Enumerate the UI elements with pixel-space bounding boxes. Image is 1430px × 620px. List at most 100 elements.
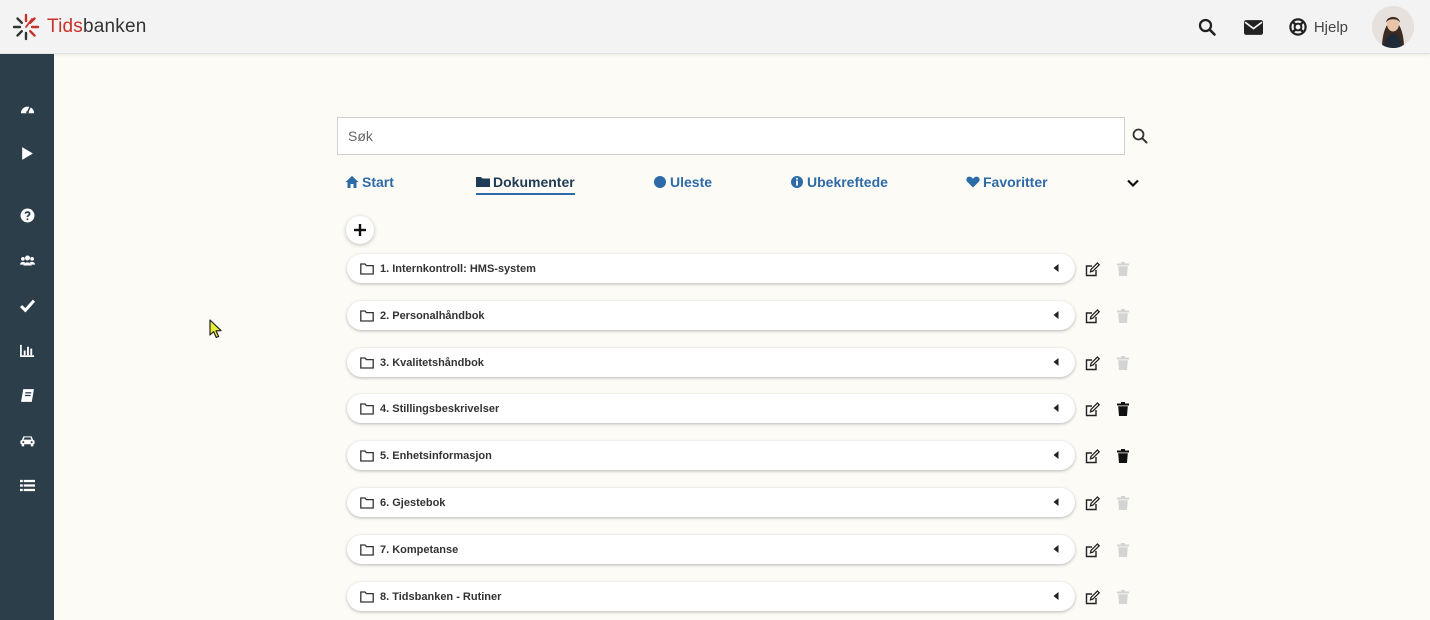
caret-left-icon[interactable] bbox=[1053, 545, 1059, 553]
edit-icon[interactable] bbox=[1085, 543, 1100, 558]
help-button[interactable]: Hjelp bbox=[1289, 18, 1348, 36]
tab-favorites-label: Favoritter bbox=[983, 174, 1048, 190]
folder-row[interactable]: 5. Enhetsinformasjon bbox=[347, 441, 1075, 470]
check-icon bbox=[19, 299, 35, 313]
dashboard-icon bbox=[20, 105, 34, 114]
sidebar-item-dashboard[interactable] bbox=[0, 93, 54, 123]
trash-icon bbox=[1117, 543, 1129, 557]
edit-icon[interactable] bbox=[1085, 449, 1100, 464]
tab-unconfirmed-label: Ubekreftede bbox=[807, 174, 888, 190]
trash-icon[interactable] bbox=[1117, 402, 1129, 416]
sidebar-item-list[interactable] bbox=[0, 470, 54, 500]
bar-chart-icon bbox=[19, 344, 34, 357]
search-button[interactable] bbox=[1198, 18, 1216, 36]
folder-row[interactable]: 4. Stillingsbeskrivelser bbox=[347, 394, 1075, 423]
tab-unread[interactable]: Uleste bbox=[653, 174, 712, 190]
trash-icon bbox=[1117, 496, 1129, 510]
sidebar-item-travel[interactable] bbox=[0, 425, 54, 455]
folder-row[interactable]: 2. Personalhåndbok bbox=[347, 301, 1075, 330]
top-bar: Tidsbanken Hjelp bbox=[0, 0, 1430, 54]
tab-favorites[interactable]: Favoritter bbox=[966, 174, 1048, 190]
sidebar-item-documents[interactable] bbox=[0, 380, 54, 410]
search-input[interactable] bbox=[337, 117, 1125, 155]
play-icon bbox=[21, 146, 33, 160]
folder-outline-icon bbox=[360, 309, 374, 322]
tab-documents[interactable]: Dokumenter bbox=[476, 174, 575, 195]
folder-outline-icon bbox=[360, 543, 374, 556]
tab-documents-label: Dokumenter bbox=[493, 174, 575, 190]
edit-icon[interactable] bbox=[1085, 496, 1100, 511]
chevron-down-icon[interactable] bbox=[1125, 175, 1141, 191]
folder-label: 8. Tidsbanken - Rutiner bbox=[380, 590, 502, 603]
list-icon bbox=[19, 479, 35, 491]
folder-row[interactable]: 1. Internkontroll: HMS-system bbox=[347, 254, 1075, 283]
sidebar-item-play[interactable] bbox=[0, 138, 54, 168]
folder-outline-icon bbox=[360, 262, 374, 275]
trash-icon[interactable] bbox=[1117, 449, 1129, 463]
folder-outline-icon bbox=[360, 496, 374, 509]
trash-icon bbox=[1117, 309, 1129, 323]
envelope-icon bbox=[1243, 19, 1263, 35]
edit-icon[interactable] bbox=[1085, 356, 1100, 371]
question-icon bbox=[20, 208, 34, 222]
plus-icon bbox=[354, 224, 366, 236]
edit-icon[interactable] bbox=[1085, 262, 1100, 277]
folder-outline-icon bbox=[360, 449, 374, 462]
folder-outline-icon bbox=[360, 590, 374, 603]
help-label: Hjelp bbox=[1313, 18, 1348, 36]
users-icon bbox=[19, 255, 35, 265]
brand-name-part2: banken bbox=[83, 16, 147, 37]
folder-label: 1. Internkontroll: HMS-system bbox=[380, 262, 536, 275]
brand-name-part1: Tids bbox=[47, 16, 83, 37]
sidebar bbox=[0, 54, 54, 620]
folder-row[interactable]: 6. Gjestebok bbox=[347, 488, 1075, 517]
edit-icon[interactable] bbox=[1085, 402, 1100, 417]
caret-left-icon[interactable] bbox=[1053, 451, 1059, 459]
home-icon bbox=[345, 176, 359, 188]
logo-mark-icon bbox=[12, 13, 40, 41]
tab-unread-label: Uleste bbox=[670, 174, 713, 190]
caret-left-icon[interactable] bbox=[1053, 404, 1059, 412]
sidebar-item-help[interactable] bbox=[0, 200, 54, 230]
caret-left-icon[interactable] bbox=[1053, 264, 1059, 272]
caret-left-icon[interactable] bbox=[1053, 311, 1059, 319]
info-circle-icon bbox=[791, 176, 803, 188]
folder-label: 2. Personalhåndbok bbox=[380, 309, 485, 322]
edit-icon[interactable] bbox=[1085, 309, 1100, 324]
logo[interactable]: Tidsbanken bbox=[12, 13, 147, 41]
folder-label: 7. Kompetanse bbox=[380, 543, 459, 556]
folder-label: 4. Stillingsbeskrivelser bbox=[380, 402, 500, 415]
folder-label: 3. Kvalitetshåndbok bbox=[380, 356, 484, 369]
tab-unconfirmed[interactable]: Ubekreftede bbox=[790, 174, 888, 190]
folder-outline-icon bbox=[360, 402, 374, 415]
folder-row[interactable]: 3. Kvalitetshåndbok bbox=[347, 348, 1075, 377]
trash-icon bbox=[1117, 356, 1129, 370]
caret-left-icon[interactable] bbox=[1053, 592, 1059, 600]
trash-icon bbox=[1117, 262, 1129, 276]
caret-left-icon[interactable] bbox=[1053, 498, 1059, 506]
folder-label: 6. Gjestebok bbox=[380, 496, 446, 509]
tab-start[interactable]: Start bbox=[345, 174, 394, 190]
add-folder-button[interactable] bbox=[346, 216, 374, 244]
edit-icon[interactable] bbox=[1085, 590, 1100, 605]
folder-icon bbox=[476, 177, 490, 187]
sidebar-item-approvals[interactable] bbox=[0, 290, 54, 320]
trash-icon bbox=[1117, 590, 1129, 604]
search-submit-icon[interactable] bbox=[1131, 127, 1149, 145]
folder-row[interactable]: 7. Kompetanse bbox=[347, 535, 1075, 564]
folder-outline-icon bbox=[360, 356, 374, 369]
user-avatar[interactable] bbox=[1372, 6, 1414, 48]
caret-left-icon[interactable] bbox=[1053, 358, 1059, 366]
book-icon bbox=[20, 388, 34, 402]
header-actions: Hjelp bbox=[1198, 0, 1430, 54]
car-icon bbox=[19, 435, 35, 446]
folder-row[interactable]: 8. Tidsbanken - Rutiner bbox=[347, 582, 1075, 611]
lifebuoy-icon bbox=[1289, 18, 1307, 36]
sidebar-item-users[interactable] bbox=[0, 245, 54, 275]
brand-name: Tidsbanken bbox=[47, 16, 147, 38]
heart-icon bbox=[966, 176, 980, 188]
sidebar-item-reports[interactable] bbox=[0, 335, 54, 365]
messages-button[interactable] bbox=[1243, 19, 1263, 35]
avatar-image bbox=[1372, 6, 1414, 48]
folder-label: 5. Enhetsinformasjon bbox=[380, 449, 492, 462]
